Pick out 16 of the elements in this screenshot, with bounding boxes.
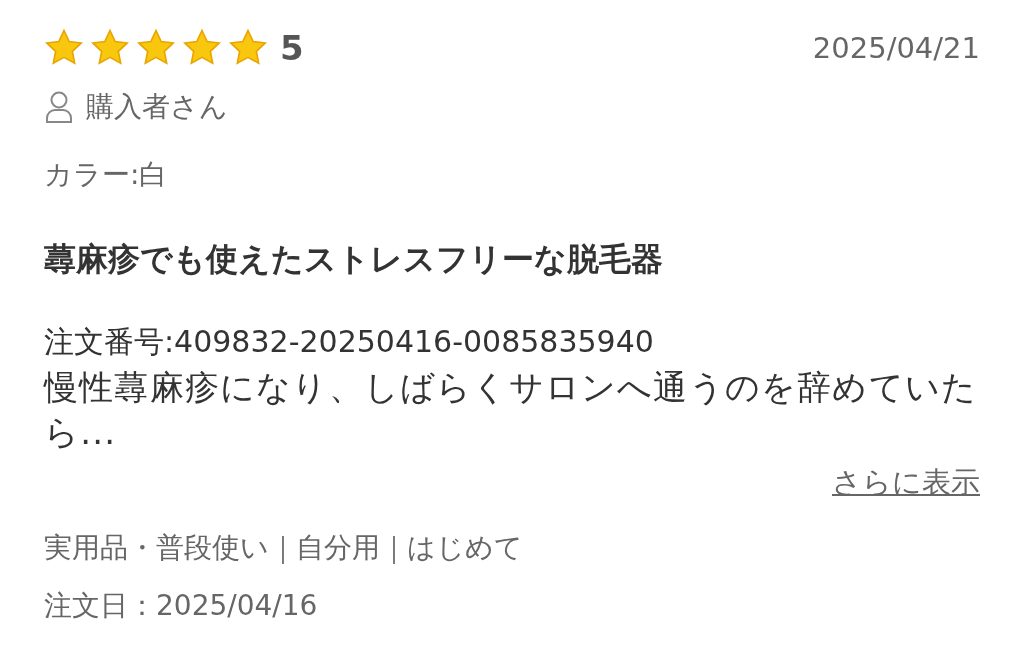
rating-value: 5 <box>280 28 304 68</box>
show-more-link[interactable]: さらに表示 <box>832 463 980 503</box>
star-icon <box>90 28 130 68</box>
star-icon <box>44 28 84 68</box>
reviewer-name: 購入者さん <box>86 89 228 125</box>
review-date: 2025/04/21 <box>812 31 980 65</box>
order-number: 注文番号:409832-20250416-0085835940 <box>44 323 655 361</box>
usage-tags: 実用品・普段使い｜自分用｜はじめて <box>44 529 980 567</box>
variant-label: カラー:白 <box>44 157 169 193</box>
review-text: 慢性蕁麻疹になり、しばらくサロンへ通うのを辞めていたら... <box>44 366 979 454</box>
person-icon <box>44 90 74 124</box>
star-icon <box>136 28 176 68</box>
order-date: 注文日：2025/04/16 <box>44 588 319 624</box>
review-title: 蕁麻疹でも使えたストレスフリーな脱毛器 <box>44 239 664 280</box>
star-icon <box>228 28 268 68</box>
star-icon <box>182 28 222 68</box>
